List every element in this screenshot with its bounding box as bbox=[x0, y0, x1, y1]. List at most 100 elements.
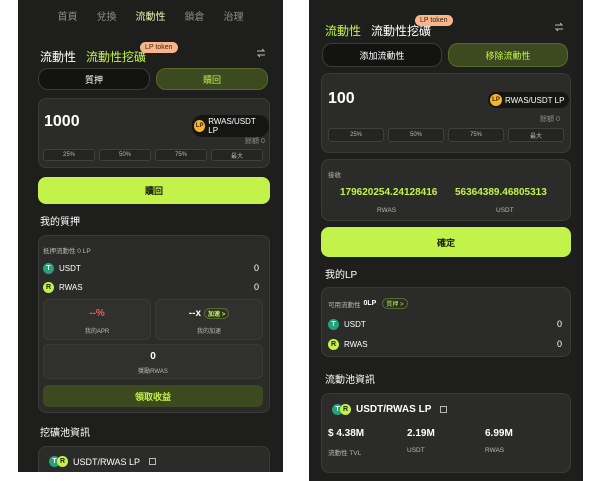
stake-panel: 首頁 兌換 流動性 鎖倉 治理 流動性 流動性挖礦 LP token 質押 贖回… bbox=[18, 0, 283, 472]
nav-governance[interactable]: 治理 bbox=[224, 8, 244, 26]
rwas-symbol: RWAS bbox=[59, 283, 83, 292]
pool-info-card: T R USDT/RWAS LP $ 4.38M 流動性 TVL 2.19M U… bbox=[321, 393, 571, 473]
nav-liquidity[interactable]: 流動性 bbox=[136, 8, 166, 26]
receive-usdt-value: 56364389.46805313 bbox=[455, 187, 547, 198]
receive-card: 接收 179620254.24128416 RWAS 56364389.4680… bbox=[321, 159, 571, 221]
rwas-row: R RWAS bbox=[328, 339, 368, 350]
my-stake-card: 抵押流動性 0 LP T USDT 0 R RWAS 0 --% 我的APR -… bbox=[38, 235, 270, 413]
pool-name: USDT/RWAS LP bbox=[356, 404, 432, 415]
balance: 餘額 0 bbox=[540, 116, 560, 123]
claim-button[interactable]: 領取收益 bbox=[43, 385, 263, 407]
my-lp-card: 可用流動性 0LP 質押 > T USDT 0 R RWAS 0 bbox=[321, 287, 571, 357]
my-stake-title: 我的質押 bbox=[40, 217, 80, 228]
tab-liquidity[interactable]: 流動性 bbox=[325, 22, 361, 39]
remove-liquidity-tab[interactable]: 移除流動性 bbox=[448, 43, 568, 67]
top-nav: 首頁 兌換 流動性 鎖倉 治理 bbox=[18, 8, 283, 26]
tab-liquidity-mining[interactable]: 流動性挖礦 bbox=[86, 48, 146, 65]
boost-row: --x 加速 > bbox=[156, 308, 262, 319]
rwas-value: 0 bbox=[253, 282, 259, 292]
confirm-button[interactable]: 確定 bbox=[321, 227, 571, 257]
pool-info-title: 流動池資訊 bbox=[325, 375, 375, 386]
rwas-liquidity-value: 6.99M bbox=[485, 428, 513, 439]
usdt-symbol: USDT bbox=[59, 264, 81, 273]
external-link-icon[interactable] bbox=[149, 458, 157, 465]
apr-box: --% 我的APR bbox=[43, 299, 151, 340]
lp-value: 0LP bbox=[363, 300, 377, 307]
mining-pool-name: USDT/RWAS LP bbox=[73, 456, 141, 467]
pool-rwas-icon: R bbox=[57, 456, 68, 467]
usdt-icon: T bbox=[43, 263, 54, 274]
my-lp-title: 我的LP bbox=[325, 270, 358, 281]
external-link-icon[interactable] bbox=[440, 406, 448, 413]
pct-75-button[interactable]: 75% bbox=[155, 149, 207, 161]
token-selector[interactable]: LP RWAS/USDT LP bbox=[192, 115, 269, 137]
nav-swap[interactable]: 兌換 bbox=[97, 8, 117, 26]
staked-lp-label: 抵押流動性 0 LP bbox=[43, 248, 91, 255]
pct-50-button[interactable]: 50% bbox=[99, 149, 151, 161]
pct-max-button[interactable]: 最大 bbox=[211, 149, 263, 161]
mining-pool-name-row[interactable]: T R USDT/RWAS LP bbox=[49, 456, 157, 467]
usdt-value: 0 bbox=[253, 263, 259, 273]
nav-home[interactable]: 首頁 bbox=[58, 8, 78, 26]
token-selector[interactable]: LP RWAS/USDT LP bbox=[488, 92, 570, 108]
balance: 餘額 0 bbox=[245, 138, 265, 145]
pct-75-button[interactable]: 75% bbox=[448, 128, 504, 142]
token-name: RWAS/USDT LP bbox=[505, 95, 565, 105]
tab-liquidity[interactable]: 流動性 bbox=[40, 48, 76, 65]
lp-token-badge: LP token bbox=[140, 42, 178, 53]
tvl-label: 流動性 TVL bbox=[328, 450, 362, 457]
pct-max-button[interactable]: 最大 bbox=[508, 128, 564, 142]
amount-card: 1000 LP RWAS/USDT LP 餘額 0 25% 50% 75% 最大 bbox=[38, 98, 270, 168]
rwas-icon: R bbox=[43, 282, 54, 293]
boost-box: --x 加速 > 我的加速 bbox=[155, 299, 263, 340]
swap-icon[interactable] bbox=[554, 22, 564, 32]
rwas-row: R RWAS bbox=[43, 282, 83, 293]
usdt-icon: T bbox=[328, 319, 339, 330]
mining-pool-card: T R USDT/RWAS LP bbox=[38, 446, 270, 472]
liquidity-tabs: 添加流動性 移除流動性 bbox=[322, 43, 568, 67]
stake-tabs: 質押 贖回 bbox=[38, 68, 268, 90]
lp-label: 可用流動性 bbox=[328, 301, 361, 309]
percent-row: 25% 50% 75% 最大 bbox=[43, 149, 263, 161]
token-name: RWAS/USDT LP bbox=[208, 117, 256, 135]
pct-25-button[interactable]: 25% bbox=[328, 128, 384, 142]
swap-icon[interactable] bbox=[256, 48, 266, 58]
boost-label: 我的加速 bbox=[196, 329, 221, 335]
receive-label: 接收 bbox=[328, 172, 341, 179]
boost-value: --x bbox=[188, 308, 202, 320]
pool-name-row[interactable]: T R USDT/RWAS LP bbox=[332, 404, 448, 415]
stake-tab[interactable]: 質押 bbox=[38, 68, 150, 90]
mining-pool-title: 挖礦池資訊 bbox=[40, 428, 90, 439]
redeem-button[interactable]: 贖回 bbox=[38, 177, 270, 204]
title-row: 流動性 流動性挖礦 bbox=[40, 48, 146, 65]
amount-card: 100 LP RWAS/USDT LP 餘額 0 25% 50% 75% 最大 bbox=[321, 73, 571, 153]
reward-box: 0 獎勵RWAS bbox=[43, 344, 263, 379]
rwas-symbol: RWAS bbox=[344, 340, 368, 349]
receive-rwas-value: 179620254.24128416 bbox=[340, 187, 438, 198]
apr-value: --% bbox=[89, 308, 105, 319]
receive-rwas-symbol: RWAS bbox=[377, 207, 397, 214]
reward-label: 獎勵RWAS bbox=[138, 369, 168, 375]
pct-25-button[interactable]: 25% bbox=[43, 149, 95, 161]
redeem-tab[interactable]: 贖回 bbox=[156, 68, 268, 90]
nav-lock[interactable]: 鎖倉 bbox=[185, 8, 205, 26]
amount-input[interactable]: 1000 bbox=[44, 113, 80, 131]
add-liquidity-tab[interactable]: 添加流動性 bbox=[322, 43, 442, 67]
pct-50-button[interactable]: 50% bbox=[388, 128, 444, 142]
lp-token-icon: LP bbox=[194, 120, 206, 132]
usdt-symbol: USDT bbox=[344, 320, 366, 329]
stake-lp-button[interactable]: 質押 > bbox=[382, 298, 408, 309]
usdt-value: 0 bbox=[556, 319, 562, 329]
boost-button[interactable]: 加速 > bbox=[204, 308, 230, 319]
reward-value: 0 bbox=[150, 351, 156, 362]
receive-usdt-symbol: USDT bbox=[496, 207, 514, 214]
rwas-icon: R bbox=[328, 339, 339, 350]
apr-label: 我的APR bbox=[84, 329, 110, 335]
usdt-liquidity-value: 2.19M bbox=[407, 428, 435, 439]
amount-input[interactable]: 100 bbox=[328, 90, 355, 108]
pool-rwas-icon: R bbox=[340, 404, 351, 415]
tvl-value: $ 4.38M bbox=[328, 428, 365, 439]
liquidity-panel: 流動性 流動性挖礦 LP token 添加流動性 移除流動性 100 LP RW… bbox=[309, 0, 583, 481]
rwas-value: 0 bbox=[556, 339, 562, 349]
title-row: 流動性 流動性挖礦 bbox=[325, 22, 431, 39]
